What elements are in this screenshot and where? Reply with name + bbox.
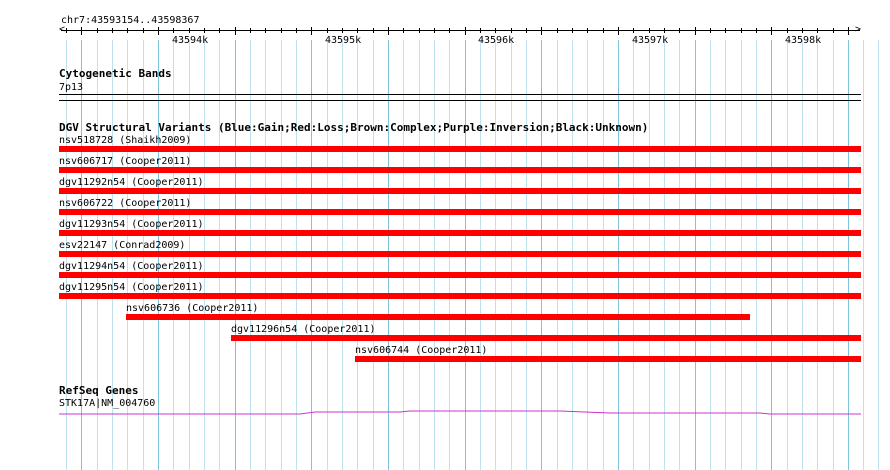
ruler-tick bbox=[327, 28, 328, 33]
feature-label[interactable]: dgv11296n54 (Cooper2011) bbox=[231, 324, 376, 335]
feature-bar[interactable] bbox=[355, 356, 861, 362]
feature-label[interactable]: nsv606717 (Cooper2011) bbox=[59, 156, 191, 167]
ruler-tick bbox=[725, 28, 726, 33]
ruler-tick bbox=[664, 28, 665, 33]
ruler-tick bbox=[495, 28, 496, 33]
feature-bar[interactable] bbox=[231, 335, 861, 341]
ruler-tick bbox=[173, 28, 174, 33]
ruler-tick bbox=[419, 28, 420, 33]
ruler-tick bbox=[250, 28, 251, 33]
ruler-tick bbox=[649, 28, 650, 33]
ruler-tick bbox=[403, 28, 404, 33]
feature-label[interactable]: nsv606736 (Cooper2011) bbox=[126, 303, 258, 314]
feature-bar[interactable] bbox=[126, 314, 750, 320]
track-title-refseq[interactable]: RefSeq Genes bbox=[59, 385, 138, 397]
ruler-tick bbox=[219, 28, 220, 33]
feature-bar[interactable] bbox=[59, 230, 861, 236]
ruler-tick bbox=[388, 27, 389, 35]
cytoband-label: 7p13 bbox=[59, 82, 84, 93]
ruler-tick bbox=[679, 28, 680, 33]
ruler-tick bbox=[189, 28, 190, 33]
ruler-tick bbox=[771, 27, 772, 35]
ruler-tick bbox=[633, 28, 634, 33]
arrow-right-icon: > bbox=[855, 24, 862, 35]
ruler-tick bbox=[265, 28, 266, 33]
ruler-tick bbox=[296, 28, 297, 33]
arrow-left-icon: < bbox=[59, 24, 66, 35]
ruler-position-label: chr7:43593154..43598367 bbox=[61, 15, 200, 26]
ruler-tick bbox=[66, 28, 67, 33]
track-title-cytoband[interactable]: Cytogenetic Bands bbox=[59, 68, 172, 80]
ruler-tick bbox=[756, 28, 757, 33]
feature-bar[interactable] bbox=[59, 167, 861, 173]
ruler-tick bbox=[357, 28, 358, 33]
feature-label[interactable]: nsv606722 (Cooper2011) bbox=[59, 198, 191, 209]
feature-label[interactable]: nsv518728 (Shaikh2009) bbox=[59, 135, 191, 146]
feature-bar[interactable] bbox=[59, 272, 861, 278]
feature-label[interactable]: esv22147 (Conrad2009) bbox=[59, 240, 185, 251]
ruler-tick bbox=[541, 27, 542, 35]
ruler-tick bbox=[618, 27, 619, 35]
feature-label[interactable]: dgv11295n54 (Cooper2011) bbox=[59, 282, 204, 293]
ruler-tick bbox=[373, 28, 374, 33]
ruler-tick bbox=[97, 28, 98, 33]
ruler-tick bbox=[603, 28, 604, 33]
cytoband-line-top bbox=[59, 94, 861, 95]
ruler-tick bbox=[204, 28, 205, 33]
feature-label[interactable]: dgv11293n54 (Cooper2011) bbox=[59, 219, 204, 230]
ruler-tick bbox=[281, 28, 282, 33]
ruler-tick bbox=[81, 27, 82, 35]
feature-label[interactable]: nsv606744 (Cooper2011) bbox=[355, 345, 487, 356]
ruler-tick bbox=[311, 27, 312, 35]
feature-label[interactable]: dgv11292n54 (Cooper2011) bbox=[59, 177, 204, 188]
ruler-tick bbox=[235, 27, 236, 35]
feature-bar[interactable] bbox=[59, 146, 861, 152]
ruler-tick bbox=[480, 28, 481, 33]
feature-bar[interactable] bbox=[59, 188, 861, 194]
ruler-tick bbox=[465, 27, 466, 35]
ruler-tick bbox=[848, 27, 849, 35]
ruler-tick bbox=[112, 28, 113, 33]
ruler-tick bbox=[572, 28, 573, 33]
ruler-tick bbox=[787, 28, 788, 33]
ruler-tick bbox=[342, 28, 343, 33]
ruler-tick bbox=[449, 28, 450, 33]
gene-intron-line[interactable] bbox=[0, 405, 890, 419]
ruler-tick-label: 43594k bbox=[172, 35, 209, 46]
ruler-tick bbox=[557, 28, 558, 33]
ruler-tick bbox=[434, 28, 435, 33]
ruler-tick bbox=[526, 28, 527, 33]
ruler-tick bbox=[833, 28, 834, 33]
ruler-tick bbox=[802, 28, 803, 33]
ruler-tick bbox=[158, 27, 159, 35]
ruler-tick bbox=[587, 28, 588, 33]
ruler-tick bbox=[817, 28, 818, 33]
ruler-tick bbox=[741, 28, 742, 33]
feature-label[interactable]: dgv11294n54 (Cooper2011) bbox=[59, 261, 204, 272]
ruler-tick bbox=[127, 28, 128, 33]
ruler-tick-label: 43598k bbox=[785, 35, 822, 46]
ruler-tick bbox=[710, 28, 711, 33]
feature-bar[interactable] bbox=[59, 293, 861, 299]
track-title-dgv[interactable]: DGV Structural Variants (Blue:Gain;Red:L… bbox=[59, 122, 648, 134]
ruler-tick bbox=[143, 28, 144, 33]
ruler-tick-label: 43597k bbox=[632, 35, 669, 46]
ruler-tick bbox=[695, 27, 696, 35]
cytoband-line-bottom bbox=[59, 100, 861, 101]
feature-bar[interactable] bbox=[59, 209, 861, 215]
ruler-tick-label: 43596k bbox=[478, 35, 515, 46]
ruler-tick bbox=[511, 28, 512, 33]
feature-bar[interactable] bbox=[59, 251, 861, 257]
ruler-tick-label: 43595k bbox=[325, 35, 362, 46]
